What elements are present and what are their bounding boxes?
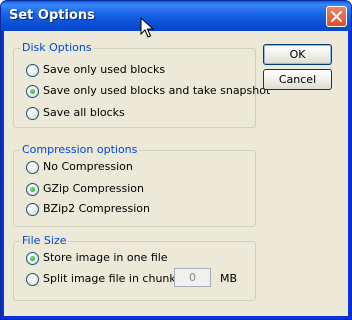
- option-label: Save only used blocks: [43, 63, 166, 76]
- option-label: Save all blocks: [43, 106, 125, 119]
- cancel-button[interactable]: Cancel: [263, 69, 332, 90]
- mouse-cursor-icon: [140, 17, 154, 38]
- option-label: Store image in one file: [43, 251, 168, 264]
- window-title: Set Options: [9, 8, 95, 23]
- file-size-label: File Size: [20, 234, 69, 248]
- dialog-body: Disk Options Save only used blocks Save …: [4, 31, 348, 316]
- file-size-group: File Size Store image in one file Split …: [13, 234, 256, 301]
- ok-button[interactable]: OK: [263, 44, 332, 65]
- option-label: GZip Compression: [43, 182, 144, 195]
- radio-indicator: [26, 64, 39, 77]
- close-icon: [331, 11, 342, 22]
- radio-indicator: [26, 161, 39, 174]
- compression-options-label: Compression options: [20, 143, 140, 157]
- compression-options-group: Compression options No Compression GZip …: [13, 143, 256, 227]
- disk-options-group: Disk Options Save only used blocks Save …: [13, 41, 270, 128]
- option-label: BZip2 Compression: [43, 202, 150, 215]
- set-options-dialog: Set Options Disk Options Save only used …: [0, 0, 352, 320]
- title-bar[interactable]: Set Options: [1, 1, 351, 31]
- radio-indicator: [26, 273, 39, 286]
- radio-indicator: [26, 203, 39, 216]
- radio-indicator: [26, 85, 39, 98]
- chunk-unit-label: MB: [220, 272, 238, 285]
- option-label: Save only used blocks and take snapshot: [43, 84, 271, 97]
- chunk-size-input[interactable]: 0: [174, 268, 211, 287]
- option-label: No Compression: [43, 160, 133, 173]
- disk-options-label: Disk Options: [20, 41, 94, 55]
- radio-indicator: [26, 183, 39, 196]
- close-button[interactable]: [326, 6, 347, 27]
- radio-indicator: [26, 107, 39, 120]
- radio-indicator: [26, 252, 39, 265]
- option-label: Split image file in chunks: [43, 272, 182, 285]
